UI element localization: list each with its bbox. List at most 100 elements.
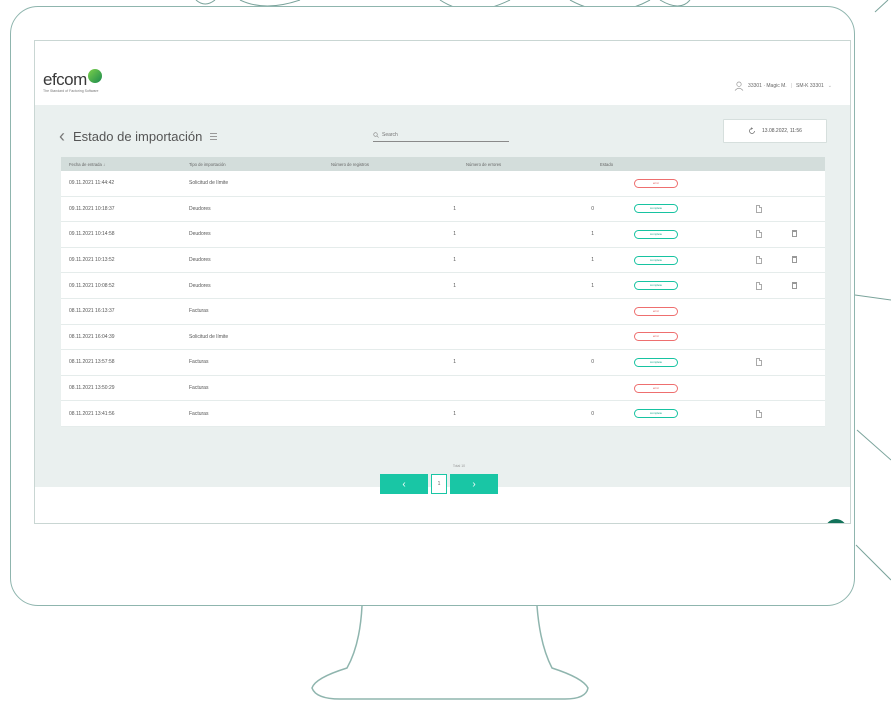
top-bar: efcom The Standard of Factoring Software… bbox=[35, 41, 850, 105]
cell-status: complete bbox=[594, 255, 718, 265]
cell-status: error bbox=[594, 383, 718, 393]
document-icon[interactable] bbox=[756, 204, 762, 213]
cell-date: 08.11.2021 16:13:37 bbox=[69, 308, 115, 315]
pagination: ‹ 1 › bbox=[380, 474, 498, 494]
table-row[interactable]: 09.11.2021 10:08:52 Deudores 1 1 complete bbox=[61, 273, 825, 299]
efcom-logo[interactable]: efcom The Standard of Factoring Software bbox=[43, 69, 102, 93]
cell-status: complete bbox=[594, 357, 718, 367]
cell-type: Facturas bbox=[189, 308, 209, 315]
cell-date: 08.11.2021 16:04:39 bbox=[69, 333, 115, 340]
cell-status: complete bbox=[594, 409, 718, 419]
status-badge: error bbox=[634, 306, 678, 316]
menu-icon[interactable] bbox=[210, 132, 218, 140]
document-icon[interactable] bbox=[756, 281, 762, 290]
header-tipo: Tipo de importación bbox=[189, 161, 226, 167]
cell-type: Deudores bbox=[189, 282, 211, 289]
user-icon bbox=[734, 81, 744, 91]
cell-type: Facturas bbox=[189, 385, 209, 392]
table-row[interactable]: 09.11.2021 10:14:58 Deudores 1 1 complete bbox=[61, 222, 825, 248]
status-badge: error bbox=[634, 383, 678, 393]
search-box bbox=[373, 129, 509, 142]
table-row[interactable]: 08.11.2021 16:13:37 Facturas error bbox=[61, 298, 825, 325]
refresh-icon bbox=[749, 127, 755, 134]
table-row[interactable]: 09.11.2021 10:18:37 Deudores 1 0 complete bbox=[61, 196, 825, 223]
header-errores: Número de errores bbox=[466, 161, 502, 167]
cell-type: Solicitud de límite bbox=[189, 333, 229, 340]
refresh-button[interactable]: 13.08.2022, 11:56 bbox=[723, 119, 827, 143]
cell-type: Facturas bbox=[189, 410, 209, 417]
page-header: ‹ Estado de importación bbox=[59, 127, 218, 145]
cell-errors: 0 bbox=[591, 205, 594, 212]
cell-records: 1 bbox=[453, 205, 456, 212]
page-title: Estado de importación bbox=[73, 128, 203, 144]
cell-errors: 1 bbox=[591, 257, 594, 264]
delete-icon[interactable] bbox=[792, 281, 797, 289]
table-row[interactable]: 08.11.2021 16:04:39 Solicitud de límite er… bbox=[61, 324, 825, 351]
main-content: ‹ Estado de importación 13.08.2022, 11:5… bbox=[35, 105, 850, 523]
pagination-info: Total 10 bbox=[452, 464, 466, 468]
delete-icon[interactable] bbox=[792, 230, 797, 238]
delete-icon[interactable] bbox=[792, 256, 797, 264]
cell-records: 1 bbox=[453, 282, 456, 289]
cell-date: 09.11.2021 11:44:42 bbox=[69, 180, 115, 187]
status-badge: complete bbox=[634, 204, 678, 214]
cell-records: 1 bbox=[453, 359, 456, 366]
status-badge: complete bbox=[634, 409, 678, 419]
status-badge: complete bbox=[634, 281, 678, 291]
header-registros: Número de registros bbox=[331, 161, 369, 167]
cell-errors: 1 bbox=[591, 231, 594, 238]
next-page-button[interactable]: › bbox=[450, 474, 498, 494]
cell-status: complete bbox=[594, 281, 718, 291]
cell-type: Deudores bbox=[189, 231, 211, 238]
status-badge: error bbox=[634, 178, 678, 188]
search-icon bbox=[373, 132, 379, 138]
header-fecha[interactable]: Fecha de entrada ↓ bbox=[61, 162, 189, 167]
notifications-button[interactable] bbox=[825, 519, 847, 523]
user-menu[interactable]: 33301 · Magic M. | SM-K 33301 ⌄ bbox=[734, 81, 832, 91]
search-input[interactable] bbox=[382, 132, 502, 138]
logo-text: efcom bbox=[43, 70, 87, 89]
document-icon[interactable] bbox=[756, 256, 762, 265]
cell-date: 09.11.2021 10:13:52 bbox=[69, 257, 115, 264]
cell-records: 1 bbox=[453, 257, 456, 264]
document-icon[interactable] bbox=[756, 409, 762, 418]
cell-date: 08.11.2021 13:50:29 bbox=[69, 385, 115, 392]
user-label: 33301 · Magic M. bbox=[748, 83, 787, 89]
table-row[interactable]: 08.11.2021 13:50:29 Facturas error bbox=[61, 375, 825, 402]
chevron-down-icon: ⌄ bbox=[827, 83, 832, 89]
cell-date: 09.11.2021 10:08:52 bbox=[69, 282, 115, 289]
imports-table: Fecha de entrada ↓ Tipo de importación N… bbox=[61, 157, 825, 427]
table-row[interactable]: 09.11.2021 11:44:42 Solicitud de límite er… bbox=[61, 171, 825, 197]
logo-leaf-icon bbox=[87, 69, 102, 83]
cell-status: error bbox=[594, 306, 718, 316]
status-badge: error bbox=[634, 332, 678, 342]
document-icon[interactable] bbox=[756, 358, 762, 367]
cell-type: Deudores bbox=[189, 205, 211, 212]
user-scope: SM-K 33301 bbox=[796, 83, 824, 89]
document-icon[interactable] bbox=[756, 230, 762, 239]
header-estado: Estado bbox=[600, 161, 614, 167]
cell-records: 1 bbox=[453, 231, 456, 238]
cell-records: 1 bbox=[453, 410, 456, 417]
cell-type: Deudores bbox=[189, 257, 211, 264]
refresh-timestamp: 13.08.2022, 11:56 bbox=[762, 128, 802, 134]
table-body: 09.11.2021 11:44:42 Solicitud de límite er… bbox=[61, 171, 825, 427]
cell-status: error bbox=[594, 332, 718, 342]
table-row[interactable]: 08.11.2021 13:57:58 Facturas 1 0 complete bbox=[61, 350, 825, 376]
cell-date: 09.11.2021 10:18:37 bbox=[69, 205, 115, 212]
cell-type: Facturas bbox=[189, 359, 209, 366]
cell-date: 09.11.2021 10:14:58 bbox=[69, 231, 115, 238]
status-badge: complete bbox=[634, 357, 678, 367]
cell-errors: 0 bbox=[591, 410, 594, 417]
cell-status: complete bbox=[594, 229, 718, 239]
table-row[interactable]: 09.11.2021 10:13:52 Deudores 1 1 complete bbox=[61, 247, 825, 274]
back-arrow-icon[interactable]: ‹ bbox=[59, 127, 65, 145]
cell-date: 08.11.2021 13:57:58 bbox=[69, 359, 115, 366]
table-row[interactable]: 08.11.2021 13:41:56 Facturas 1 0 complete bbox=[61, 401, 825, 427]
status-badge: complete bbox=[634, 255, 678, 265]
status-badge: complete bbox=[634, 229, 678, 239]
current-page[interactable]: 1 bbox=[431, 474, 447, 494]
cell-status: complete bbox=[594, 204, 718, 214]
prev-page-button[interactable]: ‹ bbox=[380, 474, 428, 494]
cell-date: 08.11.2021 13:41:56 bbox=[69, 410, 115, 417]
